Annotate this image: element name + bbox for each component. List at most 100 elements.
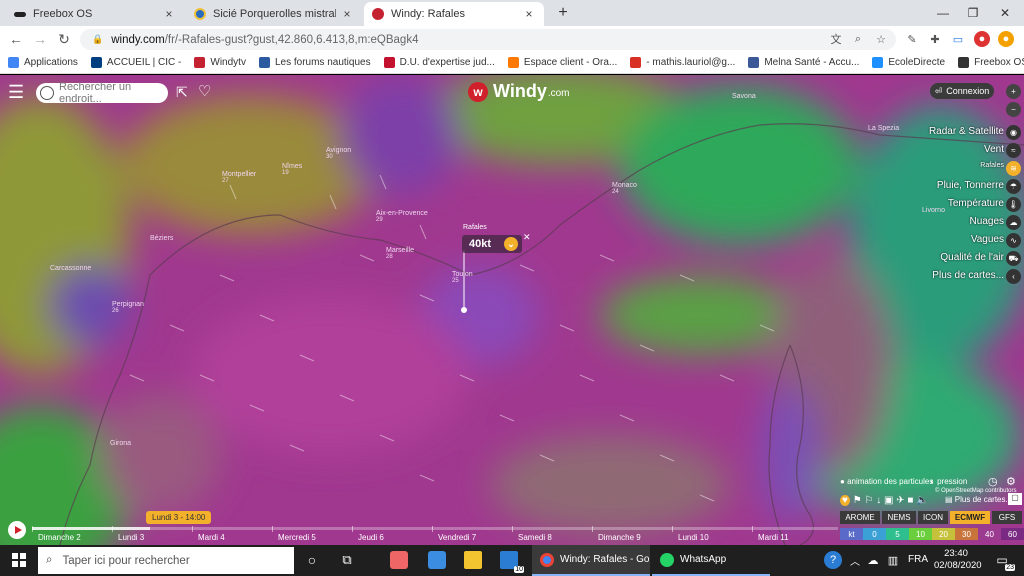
minimize-button[interactable]: — bbox=[928, 0, 958, 26]
particles-toggle[interactable]: ● animation des particules bbox=[840, 477, 933, 486]
cloud-icon[interactable]: ☁ bbox=[1006, 215, 1021, 230]
thermometer-icon[interactable]: 🌡 bbox=[1006, 197, 1021, 212]
gust-popup[interactable]: 40kt ⌄ bbox=[462, 235, 522, 253]
windows-start-icon[interactable] bbox=[10, 551, 28, 569]
taskbar-app-whatsapp[interactable]: WhatsApp bbox=[652, 545, 770, 576]
cast-icon[interactable]: ▭ bbox=[950, 31, 966, 47]
timeline-current[interactable]: Lundi 3 - 14:00 bbox=[146, 511, 212, 524]
model-option[interactable]: AROME bbox=[840, 511, 880, 524]
zoom-in-button[interactable]: + bbox=[1006, 84, 1021, 99]
new-tab-button[interactable]: + bbox=[548, 0, 578, 26]
more-maps-link[interactable]: ▤ Plus de cartes... bbox=[945, 495, 1012, 504]
gust-icon[interactable]: ≋ bbox=[1006, 161, 1021, 176]
address-bar[interactable]: 🔒 windy.com/fr/-Rafales-gust?gust,42.860… bbox=[80, 29, 896, 50]
zoom-out-button[interactable]: − bbox=[1006, 102, 1021, 117]
close-window-button[interactable]: ✕ bbox=[990, 0, 1020, 26]
layer-item-label[interactable]: Vent bbox=[984, 144, 1004, 155]
app-icon[interactable] bbox=[390, 551, 408, 569]
back-arrow-icon[interactable]: ← bbox=[6, 29, 26, 49]
wave-icon[interactable]: ∿ bbox=[1006, 233, 1021, 248]
bookmark-item[interactable]: Applications bbox=[8, 57, 78, 68]
quick-icons[interactable]: ♥ ⚑ ⚐ ↓ ▣ ✈ ■ 🔈 bbox=[840, 495, 929, 506]
language-indicator[interactable]: FRA bbox=[908, 554, 928, 565]
zoom-icon[interactable]: ⌕ bbox=[850, 31, 866, 47]
settings-icon[interactable]: ⚙ bbox=[1006, 475, 1016, 488]
puzzle-extension-icon[interactable]: ✚ bbox=[927, 31, 943, 47]
layer-item-label[interactable]: Rafales bbox=[980, 162, 1004, 169]
heart-icon[interactable]: ♡ bbox=[198, 82, 211, 100]
layer-item-label[interactable]: Température bbox=[948, 198, 1004, 209]
notification-icon[interactable]: ▭ 23 bbox=[992, 551, 1015, 571]
hamburger-menu-icon[interactable]: ☰ bbox=[8, 83, 24, 101]
maximize-button[interactable]: ❐ bbox=[958, 0, 988, 26]
timeline-track[interactable] bbox=[32, 527, 838, 530]
file-explorer-icon[interactable] bbox=[464, 551, 482, 569]
layer-item-label[interactable]: Vagues bbox=[971, 234, 1004, 245]
timeline-day[interactable]: Samedi 8 bbox=[518, 533, 552, 542]
bookmark-item[interactable]: EcoleDirecte bbox=[872, 57, 945, 68]
timeline-day[interactable]: Dimanche 2 bbox=[38, 533, 81, 542]
popup-close-icon[interactable]: ✕ bbox=[523, 232, 531, 243]
layer-item-label[interactable]: Qualité de l'air bbox=[940, 252, 1004, 263]
timeline-day[interactable]: Dimanche 9 bbox=[598, 533, 641, 542]
bookmark-item[interactable]: Freebox OS bbox=[958, 57, 1024, 68]
layer-item-label[interactable]: Pluie, Tonnerre bbox=[937, 180, 1004, 191]
task-view-icon[interactable]: ⧉ bbox=[338, 551, 356, 569]
timeline-day[interactable]: Mercredi 5 bbox=[278, 533, 316, 542]
mail-icon[interactable]: 10 bbox=[500, 551, 524, 573]
tab-windy[interactable]: Windy: Rafales × bbox=[364, 2, 544, 26]
model-option[interactable]: ECMWF bbox=[950, 511, 990, 524]
radar-icon[interactable]: ◉ bbox=[1006, 125, 1021, 140]
cortana-icon[interactable]: ○ bbox=[303, 551, 321, 569]
fullscreen-icon[interactable]: ▢ bbox=[1008, 493, 1022, 505]
share-icon[interactable]: ⇱ bbox=[176, 84, 188, 101]
bookmark-item[interactable]: Espace client - Ora... bbox=[507, 57, 617, 68]
bookmark-item[interactable]: Les forums nautiques bbox=[258, 57, 371, 68]
store-icon[interactable] bbox=[428, 551, 446, 569]
timeline-day[interactable]: Jeudi 6 bbox=[358, 533, 384, 542]
avatar[interactable]: ● bbox=[974, 31, 990, 47]
rain-icon[interactable]: ☂ bbox=[1006, 179, 1021, 194]
bookmark-item[interactable]: - mathis.lauriol@g... bbox=[630, 57, 735, 68]
clock-icon[interactable]: ◷ bbox=[988, 475, 998, 488]
star-icon[interactable]: ☆ bbox=[873, 31, 889, 47]
taskbar-search-input[interactable]: ⌕ Taper ici pour rechercher bbox=[38, 547, 294, 574]
layer-item-label[interactable]: Plus de cartes... bbox=[932, 270, 1004, 281]
clock[interactable]: 23:40 02/08/2020 bbox=[934, 548, 982, 572]
chevron-down-icon[interactable]: ⌄ bbox=[504, 237, 518, 251]
onedrive-icon[interactable]: ☁ bbox=[864, 551, 882, 569]
model-option[interactable]: NEMS bbox=[882, 511, 916, 524]
network-icon[interactable]: ▥ bbox=[884, 551, 902, 569]
pen-extension-icon[interactable]: ✎ bbox=[904, 31, 920, 47]
search-input[interactable]: Rechercher un endroit... bbox=[36, 81, 168, 105]
help-icon[interactable]: ? bbox=[824, 551, 842, 569]
play-button[interactable] bbox=[8, 521, 26, 539]
close-tab-icon[interactable]: × bbox=[340, 7, 354, 21]
pressure-toggle[interactable]: ◐ pression bbox=[930, 477, 967, 486]
chevron-left-icon[interactable]: ‹ bbox=[1006, 269, 1021, 284]
timeline[interactable]: Lundi 3 - 14:00 Dimanche 2 Lundi 3 Mardi 4… bbox=[0, 511, 838, 545]
login-button[interactable]: ⏎ Connexion bbox=[930, 83, 994, 99]
windy-map[interactable]: Nîmes 19 Avignon 30 Montpellier 27 Béziers Carc… bbox=[0, 75, 1024, 545]
timeline-day[interactable]: Lundi 3 bbox=[118, 533, 144, 542]
model-option[interactable]: GFS bbox=[992, 511, 1022, 524]
model-option[interactable]: ICON bbox=[918, 511, 948, 524]
tab-freebox[interactable]: Freebox OS × bbox=[6, 2, 184, 26]
chevron-up-icon[interactable]: ︿ bbox=[846, 551, 864, 569]
update-icon[interactable]: ● bbox=[998, 31, 1014, 47]
close-tab-icon[interactable]: × bbox=[162, 7, 176, 21]
translate-icon[interactable]: 文 bbox=[828, 31, 844, 47]
timeline-day[interactable]: Mardi 4 bbox=[198, 533, 225, 542]
reload-icon[interactable]: ↻ bbox=[54, 29, 74, 49]
close-tab-icon[interactable]: × bbox=[522, 7, 536, 21]
timeline-day[interactable]: Lundi 10 bbox=[678, 533, 709, 542]
bookmark-item[interactable]: D.U. d'expertise jud... bbox=[383, 57, 495, 68]
wind-icon[interactable]: ≈ bbox=[1006, 143, 1021, 158]
taskbar-app-chrome[interactable]: Windy: Rafales - Go... bbox=[532, 545, 650, 576]
bookmark-item[interactable]: Windytv bbox=[194, 57, 246, 68]
car-icon[interactable]: ⛟ bbox=[1006, 251, 1021, 266]
forward-arrow-icon[interactable]: → bbox=[30, 29, 50, 49]
bookmark-item[interactable]: ACCUEIL | CIC - bbox=[90, 57, 181, 68]
tab-sicie[interactable]: Sicié Porquerolles mistral 30/40 n × bbox=[186, 2, 362, 26]
timeline-day[interactable]: Mardi 11 bbox=[758, 533, 789, 542]
